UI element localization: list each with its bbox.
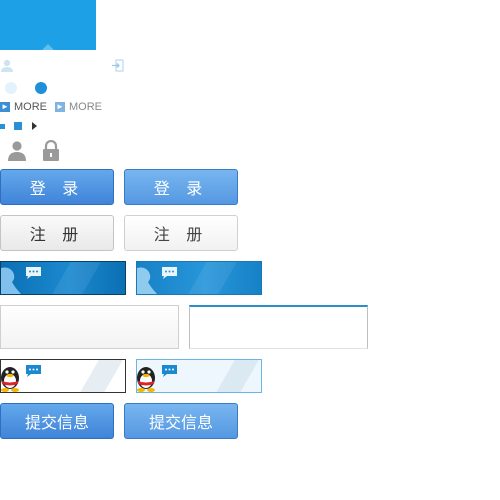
pager-dot-inactive[interactable] [5,82,17,94]
lock-icon [43,140,59,161]
arrow-right-icon: ► [55,102,65,112]
bullet-square-small [0,124,5,129]
exit-icon[interactable] [111,59,124,72]
qq-penguin-icon [137,367,155,392]
qq-penguin-icon [1,367,19,392]
arrow-right-icon: ► [0,102,10,112]
qq-penguin-bar[interactable] [0,359,126,393]
decor-stripe [187,262,237,294]
chat-bubble-icon [26,267,41,279]
decor-stripe [79,360,123,392]
triangle-right-icon [32,122,37,130]
login-button[interactable]: 登 录 [0,169,114,205]
register-button[interactable]: 注 册 [0,215,114,251]
text-input-focused[interactable] [189,305,368,349]
more-link-label: MORE [69,101,102,113]
top-banner [0,0,96,50]
decor-stripe [51,262,101,294]
chat-bubble-icon [26,365,41,377]
user-icon [1,59,13,72]
person-icon [8,141,26,161]
decor-stripe [215,360,259,392]
qq-silhouette-icon [1,267,22,294]
pager-dot-active[interactable] [35,82,47,94]
more-link-label: MORE [14,101,47,113]
bullet-square [14,122,22,130]
qq-login-bar-hover[interactable] [136,261,262,295]
register-button-hover[interactable]: 注 册 [124,215,238,251]
more-link[interactable]: ► MORE [0,100,47,114]
chat-bubble-icon [162,267,177,279]
banner-notch [42,44,54,50]
text-input[interactable] [0,305,179,349]
qq-penguin-bar-hover[interactable] [136,359,262,393]
more-link-hover[interactable]: ► MORE [55,100,102,114]
qq-login-bar[interactable] [0,261,126,295]
submit-button-hover[interactable]: 提交信息 [124,403,238,439]
submit-button[interactable]: 提交信息 [0,403,114,439]
chat-bubble-icon [162,365,177,377]
qq-silhouette-icon [137,267,158,294]
login-button-hover[interactable]: 登 录 [124,169,238,205]
